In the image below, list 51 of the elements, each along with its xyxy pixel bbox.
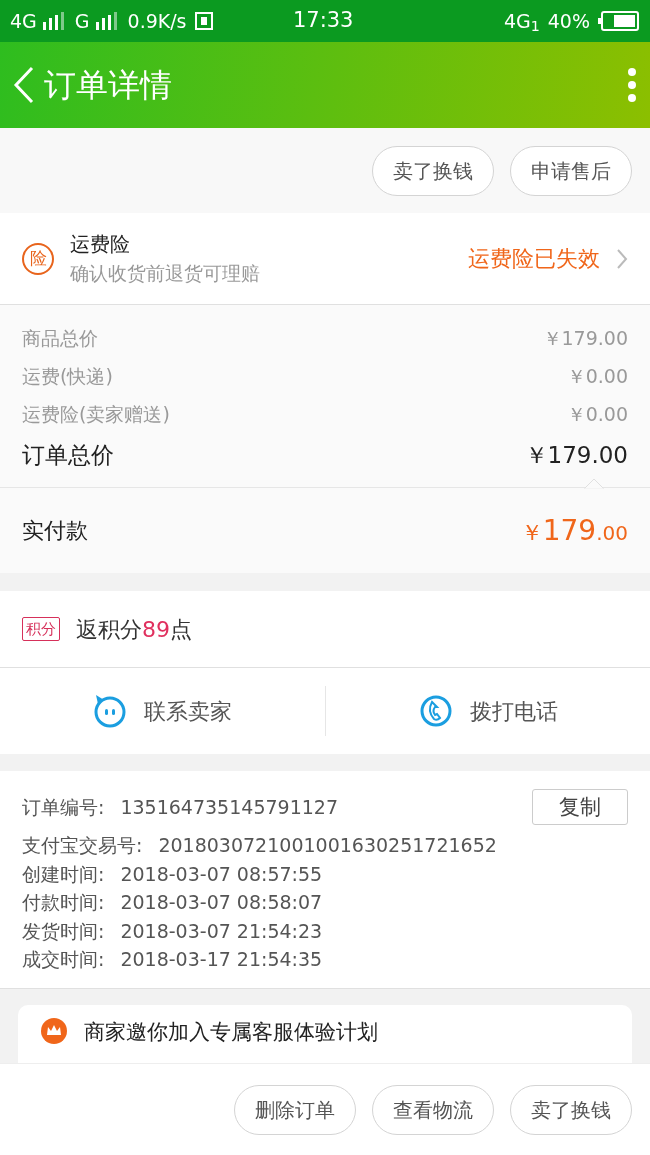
contact-button[interactable]: 联系卖家 <box>86 692 239 730</box>
points-text: 返积分89点 <box>76 615 192 644</box>
info-value: 2018-03-17 21:54:35 <box>120 947 324 972</box>
chevron-right-icon <box>616 247 628 270</box>
speed-label: 0.9K/s <box>127 8 187 34</box>
insurance-icon: 险 <box>22 242 54 275</box>
clock: 17:33 <box>291 7 355 35</box>
price-value: ￥0.00 <box>566 364 628 389</box>
action-button[interactable]: 申请售后 <box>510 145 632 196</box>
paid-amount: ￥179.00 <box>520 512 628 549</box>
info-label: 付款时间: <box>22 890 105 915</box>
price-value: ￥0.00 <box>566 402 628 427</box>
page-title: 订单详情 <box>44 65 173 106</box>
price-label: 运费险(卖家赠送) <box>22 402 170 427</box>
insurance-subtitle: 确认收货前退货可理赔 <box>70 261 261 287</box>
action-button[interactable]: 卖了换钱 <box>372 145 494 196</box>
price-label: 订单总价 <box>22 441 114 470</box>
network-label: 4G <box>10 8 37 34</box>
info-label: 订单编号: <box>22 794 105 820</box>
info-label: 发货时间: <box>22 918 105 944</box>
price-label: 商品总价 <box>22 326 98 351</box>
insurance-title: 运费险 <box>70 231 131 259</box>
action-button[interactable]: 删除订单 <box>234 1084 356 1135</box>
contact-button[interactable]: 拨打电话 <box>411 692 564 730</box>
points-badge: 积分 <box>22 616 60 642</box>
action-button[interactable]: 查看物流 <box>372 1084 494 1135</box>
network-label: G <box>74 8 90 34</box>
network-label: 4G$_{1}$ <box>503 8 540 36</box>
action-button[interactable]: 卖了换钱 <box>510 1084 632 1135</box>
signal-icon <box>93 12 120 30</box>
info-value: 2018-03-07 08:57:55 <box>120 861 324 887</box>
info-label: 支付宝交易号: <box>22 833 143 858</box>
more-icon <box>626 67 638 103</box>
crown-icon <box>40 1016 68 1045</box>
battery-label: 40% <box>547 8 590 34</box>
info-value: 2018-03-07 21:54:23 <box>120 918 324 944</box>
battery-icon <box>598 11 640 31</box>
paid-label: 实付款 <box>22 517 88 545</box>
price-value: ￥179.00 <box>542 326 628 351</box>
info-value: 2018-03-07 08:58:07 <box>120 890 324 915</box>
price-value: ￥179.00 <box>524 441 628 470</box>
copy-button[interactable]: 复制 <box>532 789 628 825</box>
app-icon <box>194 12 213 30</box>
info-value: 135164735145791127 <box>120 794 339 820</box>
price-label: 运费(快递) <box>22 364 113 389</box>
back-icon <box>12 65 36 105</box>
info-label: 创建时间: <box>22 861 105 887</box>
info-label: 成交时间: <box>22 947 105 972</box>
signal-icon <box>40 12 67 30</box>
info-value: 2018030721001001630251721652 <box>158 833 498 858</box>
banner-text: 商家邀你加入专属客服体验计划 <box>84 1018 378 1046</box>
